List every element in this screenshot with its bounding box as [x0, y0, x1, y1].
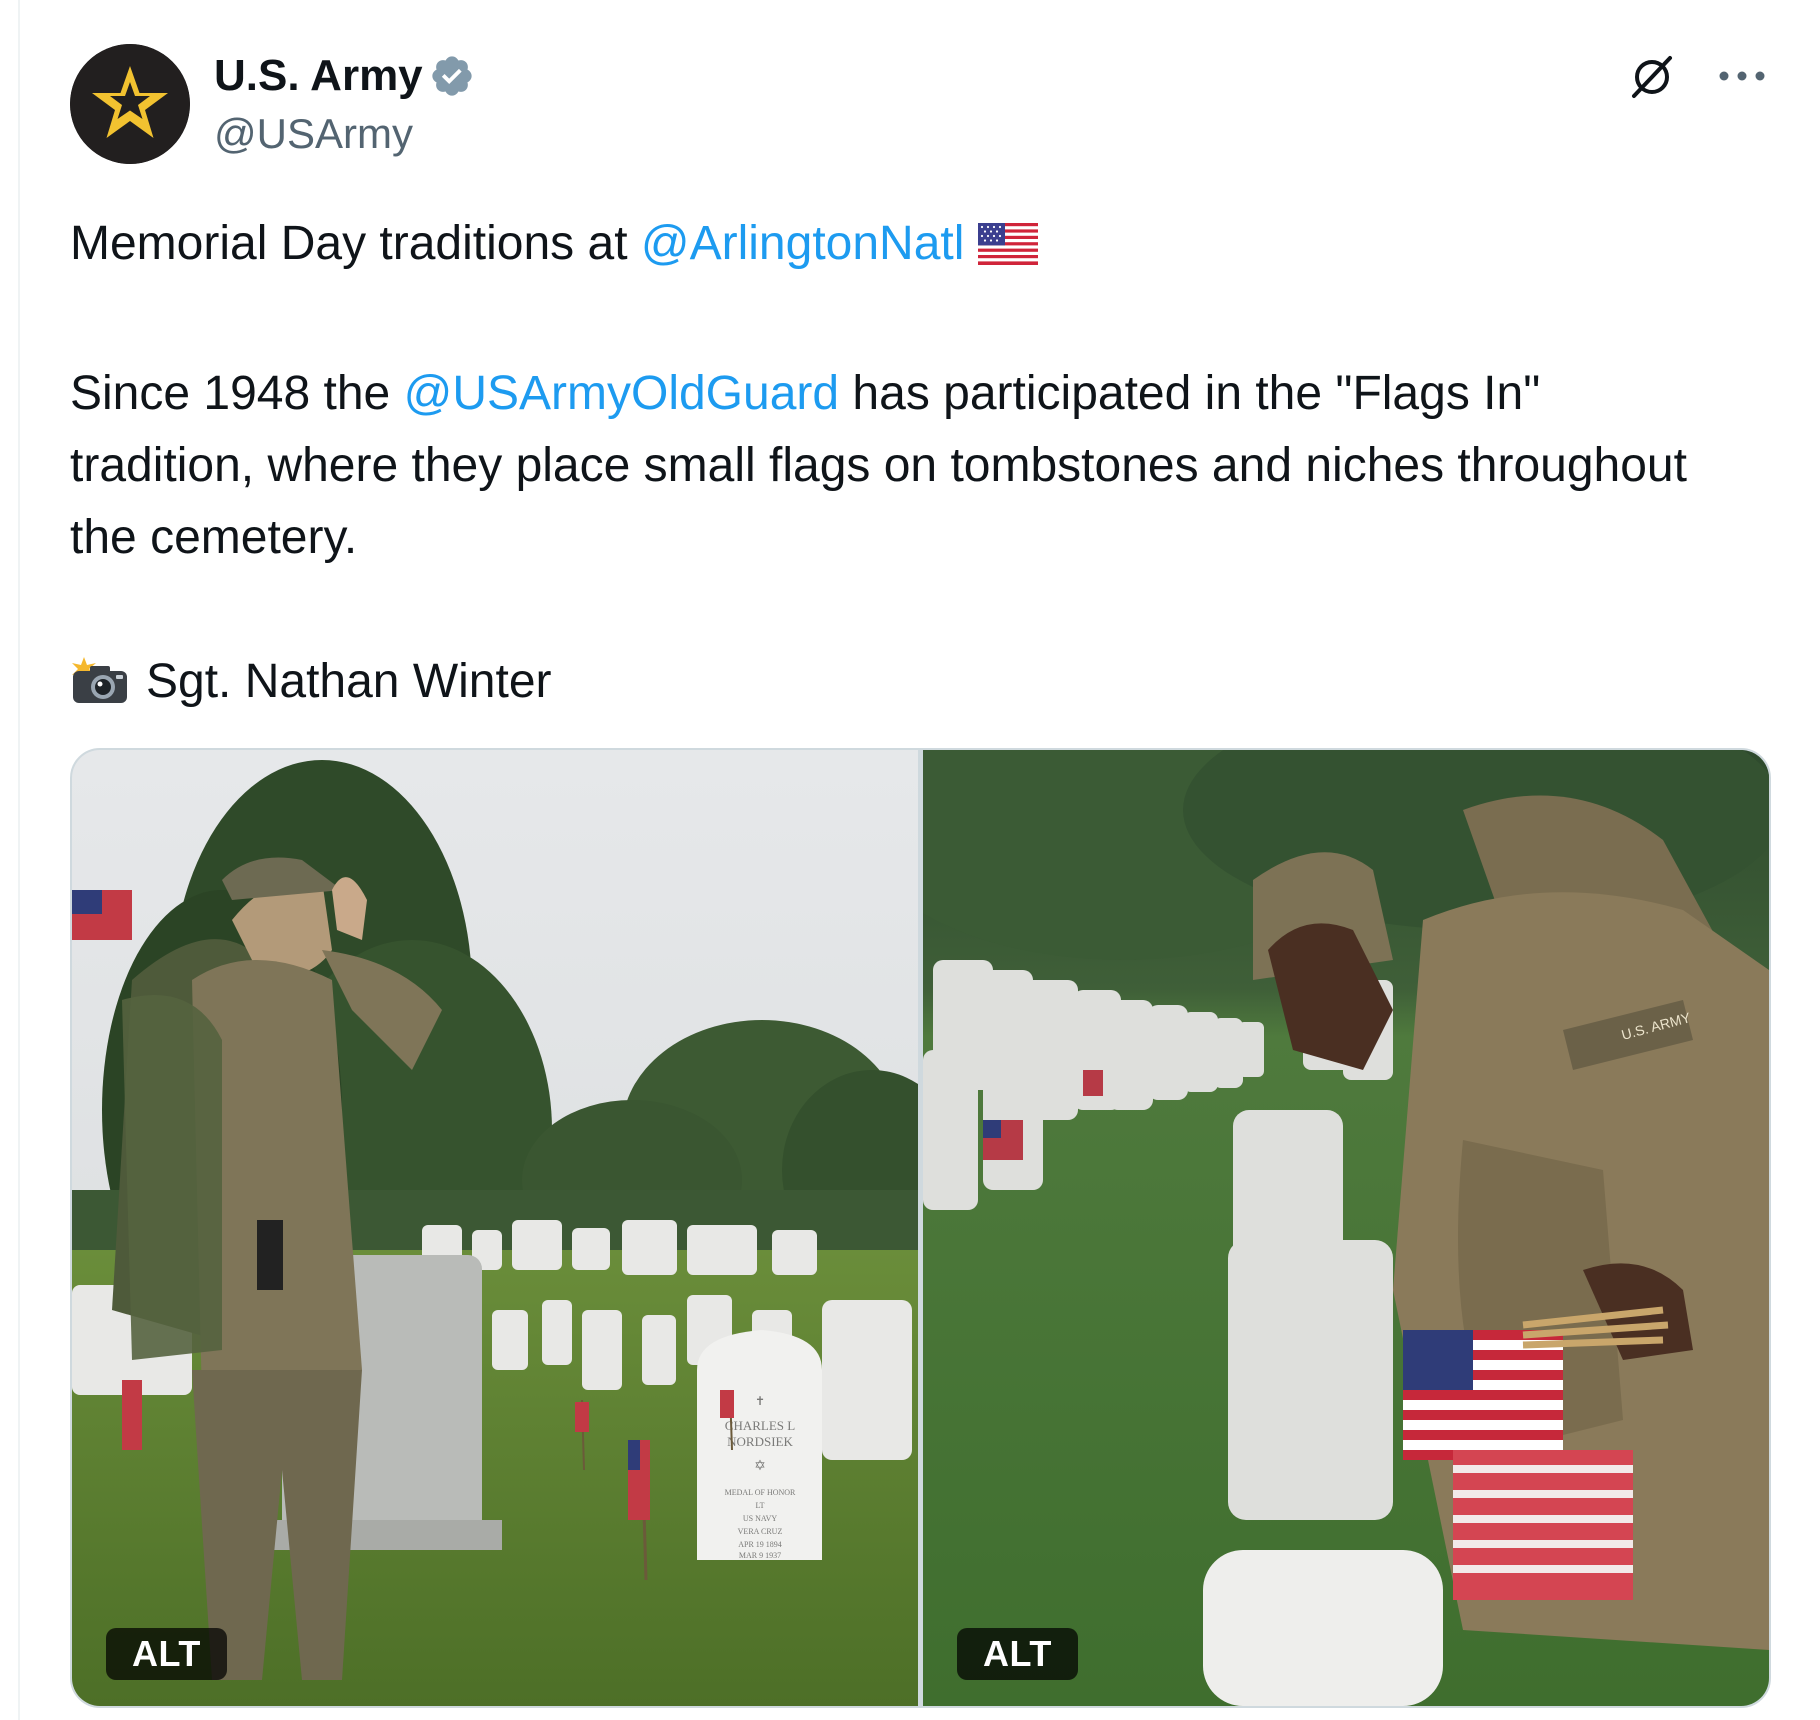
- name-row: U.S. Army: [214, 48, 475, 104]
- svg-text:LT: LT: [755, 1501, 764, 1510]
- svg-text:NORDSIEK: NORDSIEK: [727, 1434, 793, 1449]
- photo-saluting-soldier[interactable]: ✝ CHARLES L NORDSIEK ✡ MEDAL OF HONOR LT…: [72, 750, 918, 1706]
- author-info: U.S. Army @USArmy: [214, 48, 475, 162]
- display-name[interactable]: U.S. Army: [214, 48, 423, 104]
- svg-text:VERA CRUZ: VERA CRUZ: [738, 1527, 783, 1536]
- svg-text:US NAVY: US NAVY: [743, 1514, 778, 1523]
- alt-button[interactable]: ALT: [957, 1628, 1078, 1680]
- camera-flash-icon: [70, 654, 130, 726]
- tweet-text-segment: Memorial Day traditions at: [70, 217, 641, 270]
- alt-button[interactable]: ALT: [106, 1628, 227, 1680]
- tweet-actions: [1624, 48, 1770, 104]
- tweet-text-segment: Since 1948 the: [70, 367, 404, 420]
- svg-text:✡: ✡: [754, 1459, 766, 1474]
- army-star-icon: [70, 44, 190, 164]
- handle[interactable]: @USArmy: [214, 106, 475, 162]
- media-grid: ✝ CHARLES L NORDSIEK ✡ MEDAL OF HONOR LT…: [70, 748, 1771, 1708]
- mention-arlington[interactable]: @ArlingtonNatl: [641, 217, 965, 270]
- headstone-nordsiek: ✝ CHARLES L NORDSIEK ✡ MEDAL OF HONOR LT…: [697, 1330, 822, 1560]
- grok-icon[interactable]: [1624, 48, 1680, 104]
- photo-credit: Sgt. Nathan Winter: [70, 646, 1730, 726]
- verified-badge-icon[interactable]: [429, 53, 475, 99]
- photo-placing-flags[interactable]: U.S. ARMY ALT: [923, 750, 1769, 1706]
- mention-oldguard[interactable]: @USArmyOldGuard: [404, 367, 840, 420]
- tweet-line-1: Memorial Day traditions at @ArlingtonNat…: [70, 208, 1730, 286]
- svg-text:✝: ✝: [755, 1394, 765, 1408]
- svg-text:APR 19 1894: APR 19 1894: [738, 1540, 782, 1549]
- more-icon[interactable]: [1714, 48, 1770, 104]
- us-flag-icon: [978, 214, 1039, 286]
- svg-text:MEDAL OF HONOR: MEDAL OF HONOR: [725, 1488, 796, 1497]
- svg-text:MAR 9 1937: MAR 9 1937: [739, 1551, 781, 1560]
- tweet-paragraph-2: Since 1948 the @USArmyOldGuard has parti…: [70, 358, 1730, 574]
- avatar[interactable]: [70, 44, 190, 164]
- svg-text:CHARLES L: CHARLES L: [725, 1418, 795, 1433]
- credit-text: Sgt. Nathan Winter: [146, 655, 552, 708]
- tweet-text: Memorial Day traditions at @ArlingtonNat…: [70, 208, 1730, 726]
- timeline-border: [18, 0, 20, 1720]
